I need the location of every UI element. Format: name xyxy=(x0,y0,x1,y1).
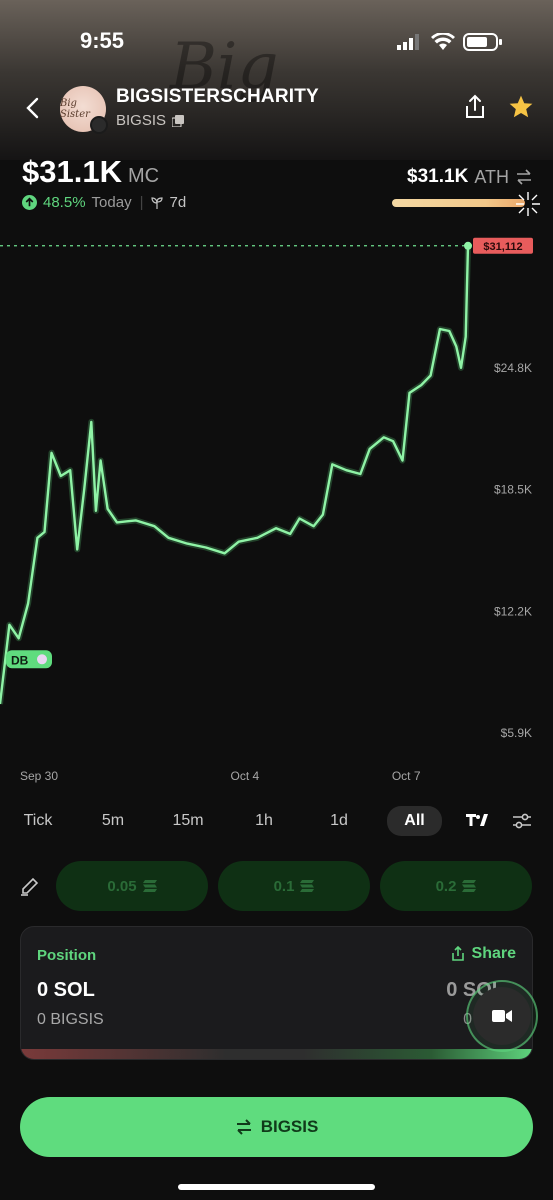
change-percent: 48.5% xyxy=(43,194,86,211)
x-tick-label: Sep 30 xyxy=(20,769,58,783)
x-tick-label: Oct 4 xyxy=(231,769,260,783)
quick-buy-amount: 0.2 xyxy=(435,877,457,895)
swap-button[interactable]: BIGSIS xyxy=(20,1097,533,1157)
quick-buy-amount: 0.1 xyxy=(273,877,295,895)
share-label: Share xyxy=(471,945,516,962)
status-time: 9:55 xyxy=(80,28,125,53)
video-camera-icon xyxy=(492,1010,512,1022)
wifi-icon xyxy=(431,33,455,50)
favorite-star-icon[interactable] xyxy=(508,94,534,120)
record-video-button[interactable] xyxy=(466,980,538,1052)
tab-1h[interactable]: 1h xyxy=(244,806,284,836)
share-icon xyxy=(451,946,464,961)
token-name: BIGSISTERSCHARITY xyxy=(116,86,319,107)
swap-arrows-icon[interactable] xyxy=(515,169,533,185)
swap-label: BIGSIS xyxy=(260,1117,319,1136)
position-sol: 0 SOL xyxy=(37,979,95,1001)
y-tick-label: $12.2K xyxy=(494,604,532,618)
tab-1d[interactable]: 1d xyxy=(318,806,360,836)
quick-buy-button-2[interactable]: 0.1 xyxy=(218,861,370,911)
solana-icon xyxy=(300,880,315,892)
arrow-up-circle-icon xyxy=(22,195,37,210)
signal-icon xyxy=(397,34,419,50)
x-tick-label: Oct 7 xyxy=(392,769,421,783)
tab-all[interactable]: All xyxy=(387,806,442,836)
ath-label: ATH xyxy=(474,166,509,187)
home-indicator xyxy=(178,1184,375,1190)
pnl-bar xyxy=(21,1049,532,1059)
token-ticker-row[interactable]: BIGSIS xyxy=(116,112,185,129)
age-range: 7d xyxy=(169,194,187,211)
series-line xyxy=(0,245,470,705)
quick-buy-button-1[interactable]: 0.05 xyxy=(56,861,208,911)
tab-tick[interactable]: Tick xyxy=(14,806,62,836)
market-cap: $31.1K MC xyxy=(22,154,159,190)
solana-icon xyxy=(462,880,477,892)
position-card: Position Share 0 SOL 0 BIGSIS 0 SOL 0 xyxy=(20,926,533,1060)
current-price-label: $31,112 xyxy=(483,241,522,253)
change-row: 48.5% Today | 7d xyxy=(22,194,186,211)
position-token: 0 BIGSIS xyxy=(37,1011,104,1028)
position-title: Position xyxy=(37,947,97,964)
quick-buy-amount: 0.05 xyxy=(107,877,137,895)
sprout-icon xyxy=(151,196,164,209)
settings-sliders-icon[interactable] xyxy=(512,811,532,831)
edit-pen-icon[interactable] xyxy=(20,876,40,896)
status-bar: 9:55 xyxy=(0,28,553,58)
copy-icon[interactable] xyxy=(172,114,185,127)
swap-arrows-icon xyxy=(236,1119,251,1135)
solana-icon xyxy=(142,880,157,892)
ath-progress-bar xyxy=(392,199,525,207)
header-background: Big xyxy=(0,0,553,160)
market-cap-unit: MC xyxy=(127,165,160,187)
token-ticker: BIGSIS xyxy=(116,112,167,129)
tradingview-icon[interactable] xyxy=(466,812,488,830)
change-period: Today xyxy=(91,194,132,211)
pill-badge-icon xyxy=(90,116,108,134)
divider: | xyxy=(139,194,144,211)
db-marker-label: DB xyxy=(11,653,29,667)
quick-buy-button-3[interactable]: 0.2 xyxy=(380,861,532,911)
battery-icon xyxy=(463,33,502,51)
back-chevron-icon[interactable] xyxy=(22,96,46,120)
token-avatar: Big Sister xyxy=(60,86,108,134)
y-tick-label: $18.5K xyxy=(494,483,532,497)
tab-15m[interactable]: 15m xyxy=(166,806,210,836)
sparkle-icon xyxy=(516,192,540,216)
share-icon[interactable] xyxy=(462,94,488,120)
tab-5m[interactable]: 5m xyxy=(92,806,134,836)
position-share-button[interactable]: Share xyxy=(450,945,516,963)
last-point xyxy=(464,241,472,250)
y-tick-label: $24.8K xyxy=(494,361,532,375)
y-tick-label: $5.9K xyxy=(501,726,532,740)
ath-block[interactable]: $31.1K ATH xyxy=(407,166,533,188)
market-cap-value: $31.1K xyxy=(22,154,122,189)
ath-value: $31.1K xyxy=(407,166,469,187)
db-marker-avatar xyxy=(37,654,47,665)
price-chart[interactable]: $31.1K$24.8K$18.5K$12.2K$5.9KSep 30Oct 4… xyxy=(0,230,553,790)
